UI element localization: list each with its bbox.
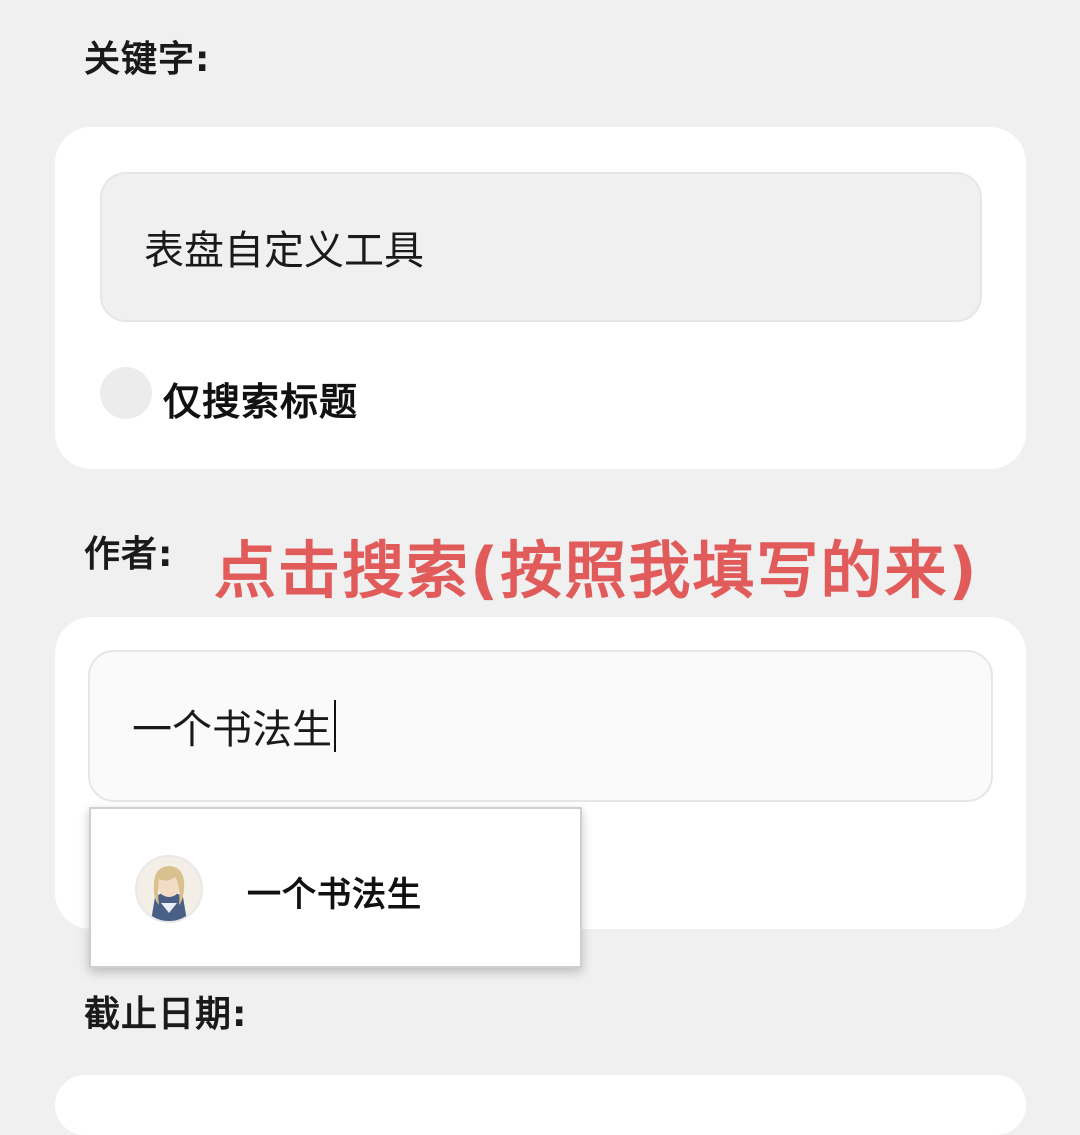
author-input[interactable]: 一个书法生 (88, 650, 993, 802)
keyword-label: 关键字: (84, 39, 211, 80)
deadline-card (55, 1075, 1026, 1135)
author-label: 作者: (84, 534, 174, 575)
keyword-input[interactable]: 表盘自定义工具 (100, 172, 982, 322)
avatar (135, 855, 203, 923)
text-cursor (334, 700, 336, 752)
title-only-label[interactable]: 仅搜索标题 (163, 371, 358, 426)
avatar-image-icon (137, 857, 201, 921)
keyword-card: 表盘自定义工具 仅搜索标题 (55, 127, 1026, 469)
deadline-label: 截止日期: (84, 994, 248, 1035)
annotation-text: 点击搜索(按照我填写的来) (214, 534, 979, 607)
title-only-radio[interactable] (100, 367, 152, 419)
keyword-input-value: 表盘自定义工具 (144, 228, 424, 274)
author-suggestion-dropdown: 一个书法生 (89, 807, 582, 968)
author-suggestion-item[interactable]: 一个书法生 (91, 809, 580, 966)
author-input-value: 一个书法生 (132, 707, 332, 753)
author-suggestion-name: 一个书法生 (247, 875, 422, 915)
